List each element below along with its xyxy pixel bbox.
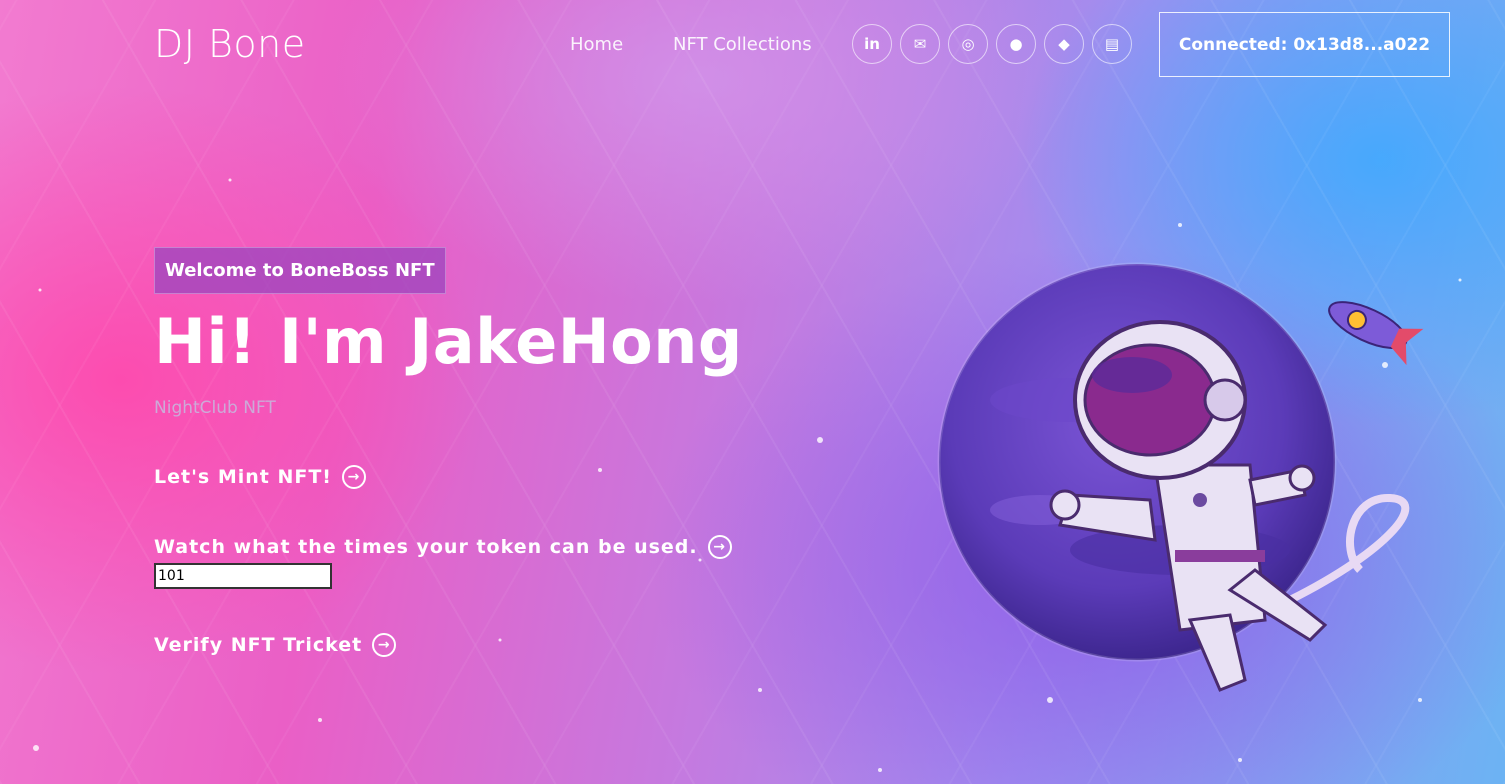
token-id-input[interactable]: [154, 563, 332, 589]
welcome-badge: Welcome to BoneBoss NFT: [154, 247, 446, 294]
mint-nft-link[interactable]: Let's Mint NFT! →: [154, 465, 366, 489]
hero-title: Hi! I'm JakeHong: [154, 305, 743, 378]
mail-icon[interactable]: ✉: [900, 24, 940, 64]
instagram-icon[interactable]: ◎: [948, 24, 988, 64]
verify-nft-link[interactable]: Verify NFT Tricket →: [154, 633, 397, 657]
arrow-right-icon: →: [341, 465, 366, 489]
nav-home[interactable]: Home: [570, 34, 623, 55]
arrow-right-icon: →: [707, 535, 732, 559]
github-icon[interactable]: ●: [996, 24, 1036, 64]
verify-nft-label: Verify NFT Tricket: [154, 634, 363, 656]
brand-logo[interactable]: DJ Bone: [154, 22, 306, 66]
linkedin-icon[interactable]: in: [852, 24, 892, 64]
document-icon[interactable]: ▤: [1092, 24, 1132, 64]
rocket-icon: [1328, 301, 1424, 366]
nav-nft-collections[interactable]: NFT Collections: [673, 34, 812, 55]
arrow-right-icon: →: [372, 633, 397, 657]
social-links: in ✉ ◎ ● ◆ ▤: [852, 24, 1132, 64]
ethereum-icon[interactable]: ◆: [1044, 24, 1084, 64]
hero-subtitle: NightClub NFT: [154, 398, 276, 418]
watch-token-link[interactable]: Watch what the times your token can be u…: [154, 535, 732, 559]
astronaut-planet-illustration: [937, 262, 1424, 692]
watch-token-label: Watch what the times your token can be u…: [154, 536, 698, 558]
mint-nft-label: Let's Mint NFT!: [154, 466, 332, 488]
wallet-connected-button[interactable]: Connected: 0x13d8...a022: [1159, 12, 1450, 77]
